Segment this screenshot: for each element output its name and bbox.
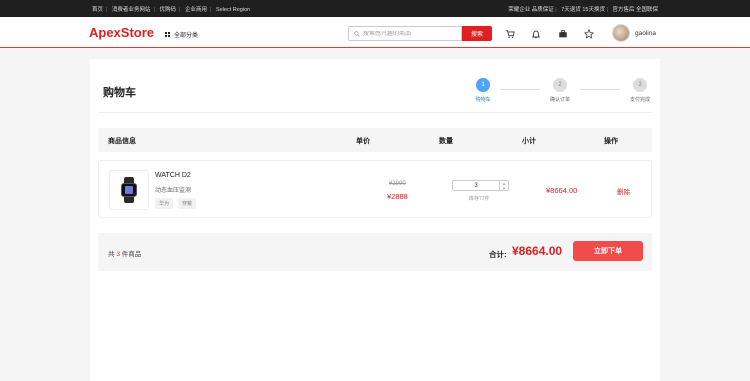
cart-item-row: WATCH D2 动态血压监测 华为 穿戴 ¥2900 ¥2888 3 ▲ ▼ …	[98, 160, 652, 218]
top-links: 首页 | 消费者业务网站 | 优购码 | 企业商用 | Select Region	[92, 5, 253, 13]
separator: |	[604, 6, 610, 13]
promise-returns: 7天退货 15天换货	[561, 6, 605, 13]
quantity-value[interactable]: 3	[453, 183, 499, 189]
logo[interactable]: ApexStore	[89, 25, 154, 40]
separator: |	[106, 6, 108, 13]
step-connector	[500, 89, 540, 90]
product-tag: 华为	[155, 198, 174, 209]
step-label: 确认订单	[549, 97, 570, 103]
total-label: 合计:	[489, 250, 507, 259]
step-number: 2	[553, 78, 567, 92]
quantity-stepper[interactable]: 3 ▲ ▼	[452, 180, 509, 191]
top-bar: 首页 | 消费者业务网站 | 优购码 | 企业商用 | Select Region 荣耀…	[0, 0, 750, 17]
cart-summary: 共 3 件商品 合计: ¥8664.00 立即下单	[98, 233, 652, 271]
checkout-steps: 1 购物车 2 确认订单 3 支付完成	[470, 78, 660, 108]
header-quantity: 数量	[439, 138, 453, 145]
page-title: 购物车	[103, 87, 136, 99]
product-tag: 穿戴	[178, 198, 197, 209]
top-link-consumer[interactable]: 消费者业务网站	[112, 7, 151, 13]
avatar[interactable]	[612, 24, 630, 42]
search-box	[348, 26, 462, 41]
product-tags: 华为 穿戴	[155, 198, 197, 209]
cart-card: 购物车 1 购物车 2 确认订单 3 支付完成 商品信息 单价 数量 小计 操作	[90, 59, 660, 381]
step-label: 购物车	[475, 97, 491, 103]
all-categories-label: 全部分类	[174, 33, 199, 39]
top-link-coupon[interactable]: 优购码	[159, 7, 176, 13]
star-icon[interactable]	[584, 29, 594, 39]
item-subtotal: ¥8664.00	[546, 186, 578, 195]
separator: |	[209, 6, 212, 13]
separator: |	[178, 6, 181, 13]
step-number: 3	[633, 78, 647, 92]
promise-service: 官方售后 全国联保	[612, 6, 658, 13]
count-prefix: 共	[108, 251, 115, 258]
item-count: 共 3 件商品	[108, 248, 141, 258]
unit-price: ¥2888	[387, 192, 408, 201]
step-confirm: 2 确认订单	[540, 78, 580, 103]
header-subtotal: 小计	[522, 138, 536, 145]
top-link-enterprise[interactable]: 企业商用	[185, 7, 207, 13]
top-link-home[interactable]: 首页	[92, 7, 103, 13]
stepper-arrows: ▲ ▼	[499, 181, 508, 191]
step-label: 支付完成	[629, 97, 650, 103]
divider	[98, 112, 652, 113]
step-connector	[580, 89, 620, 90]
step-cart: 1 购物车	[463, 78, 503, 103]
table-header: 商品信息 单价 数量 小计 操作	[98, 128, 652, 152]
separator: |	[553, 6, 559, 13]
cart-icon[interactable]	[505, 29, 515, 39]
product-thumbnail[interactable]	[109, 170, 149, 210]
separator: |	[153, 6, 155, 13]
decrease-icon[interactable]: ▼	[500, 186, 508, 191]
bell-icon[interactable]	[531, 29, 541, 39]
search-input[interactable]	[363, 30, 458, 37]
username[interactable]: gaolina	[635, 30, 656, 37]
stock-note: 库存77件	[469, 196, 490, 202]
count-suffix: 件商品	[121, 251, 142, 258]
total-amount: ¥8664.00	[512, 244, 563, 258]
original-price: ¥2900	[389, 181, 406, 187]
product-name[interactable]: WATCH D2	[155, 172, 191, 179]
all-categories-button[interactable]: 全部分类	[165, 30, 198, 39]
product-desc: 动态血压监测	[155, 188, 192, 194]
delete-button[interactable]: 删除	[617, 186, 630, 196]
grid-icon	[165, 32, 170, 37]
promise-quality: 荣耀企业 品质保证	[508, 6, 554, 13]
count-number: 3	[116, 251, 120, 258]
top-link-region[interactable]: Select Region	[216, 7, 250, 13]
step-paid: 3 支付完成	[620, 78, 660, 103]
step-number: 1	[476, 78, 490, 92]
search-button[interactable]: 搜索	[462, 26, 492, 41]
briefcase-icon[interactable]	[558, 29, 568, 39]
header-action: 操作	[604, 138, 618, 145]
place-order-button[interactable]: 立即下单	[573, 241, 643, 261]
header: ApexStore 全部分类 搜索 gaolina	[0, 17, 750, 48]
top-promises: 荣耀企业 品质保证 | 7天退货 15天换货 | 官方售后 全国联保	[508, 5, 658, 13]
header-product: 商品信息	[108, 138, 136, 145]
header-unit-price: 单价	[356, 138, 370, 145]
search-icon	[354, 30, 360, 37]
watch-image	[120, 177, 138, 203]
